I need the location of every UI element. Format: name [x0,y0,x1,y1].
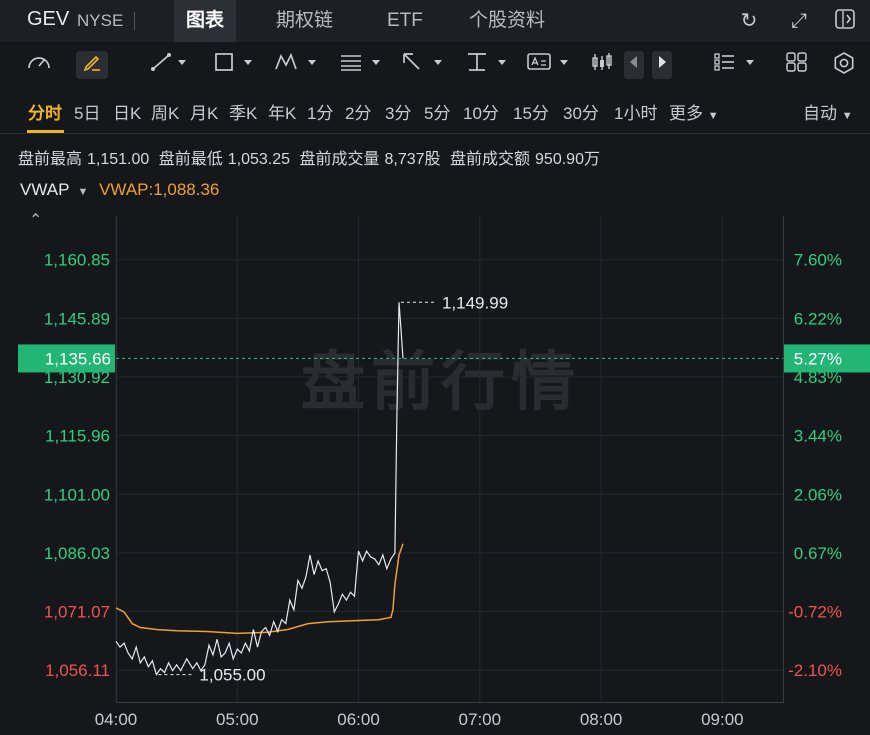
current-percent-label: 5.27% [794,349,842,368]
vwap-line [115,543,404,635]
annotation-label: 1,149.99 [442,293,508,312]
time-tick-label: 05:00 [216,710,259,729]
percent-tick-label: 0.67% [794,544,842,563]
price-tick-label: 1,056.11 [45,661,110,680]
time-tick-label: 07:00 [459,710,502,729]
price-chart[interactable]: 盘前行情 1,160.851,145.891,130.921,115.961,1… [0,0,870,735]
time-tick-label: 04:00 [95,710,138,729]
price-tick-label: 1,145.89 [44,309,110,328]
time-axis-labels: 04:00 05:00 06:00 07:00 08:00 09:00 [95,710,744,729]
percent-tick-label: 7.60% [794,251,842,270]
price-tick-label: 1,115.96 [45,427,110,446]
percent-tick-label: 6.22% [794,309,842,328]
annotation-label: 1,055.00 [199,666,265,685]
price-tick-label: 1,160.85 [44,251,110,270]
time-tick-label: 08:00 [580,710,623,729]
percent-tick-label: -0.72% [788,603,842,622]
current-price-label: 1,135.66 [45,349,111,368]
chart-watermark: 盘前行情 [301,346,581,418]
percent-tick-label: 2.06% [794,485,842,504]
price-tick-label: 1,101.00 [44,485,110,504]
price-axis-labels: 1,160.851,145.891,130.921,115.961,101.00… [44,251,110,681]
grid-lines [115,216,783,702]
percent-tick-label: -2.10% [788,661,842,680]
price-tick-label: 1,086.03 [44,544,110,563]
percent-axis-labels: 7.60%6.22%4.83%3.44%2.06%0.67%-0.72%-2.1… [788,251,842,681]
time-tick-label: 06:00 [337,710,380,729]
percent-tick-label: 3.44% [794,427,842,446]
price-tick-label: 1,071.07 [44,603,110,622]
time-tick-label: 09:00 [701,710,744,729]
